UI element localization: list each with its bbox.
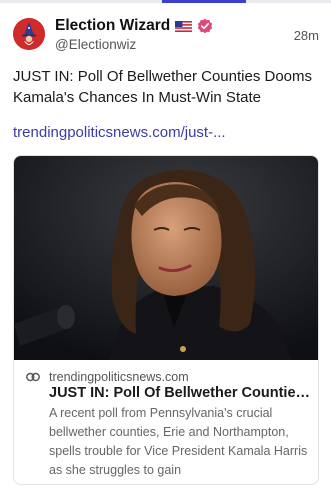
card-domain: trendingpoliticsnews.com — [49, 370, 189, 384]
article-image — [14, 156, 318, 360]
post-text: JUST IN: Poll Of Bellwether Counties Doo… — [13, 68, 312, 106]
author-handle[interactable]: @Electionwiz — [55, 37, 136, 52]
active-tab-indicator — [162, 0, 246, 3]
link-preview-card[interactable]: trendingpoliticsnews.com JUST IN: Poll O… — [13, 155, 319, 485]
post-timestamp[interactable]: 28m — [294, 28, 319, 43]
wizard-avatar-icon — [13, 18, 45, 50]
card-title[interactable]: JUST IN: Poll Of Bellwether Counties ... — [49, 385, 311, 401]
tab-indicator-bar — [0, 0, 331, 3]
author-name[interactable]: Election Wizard — [55, 17, 170, 35]
author-row: Election Wizard — [55, 15, 213, 37]
card-domain-row: trendingpoliticsnews.com — [26, 369, 189, 385]
post-link[interactable]: trendingpoliticsnews.com/just-... — [13, 124, 226, 141]
us-flag-icon — [175, 20, 193, 32]
link-icon — [26, 372, 40, 382]
avatar[interactable] — [13, 18, 45, 50]
card-description: A recent poll from Pennsylvania's crucia… — [49, 406, 308, 477]
verified-badge-icon — [198, 18, 213, 34]
